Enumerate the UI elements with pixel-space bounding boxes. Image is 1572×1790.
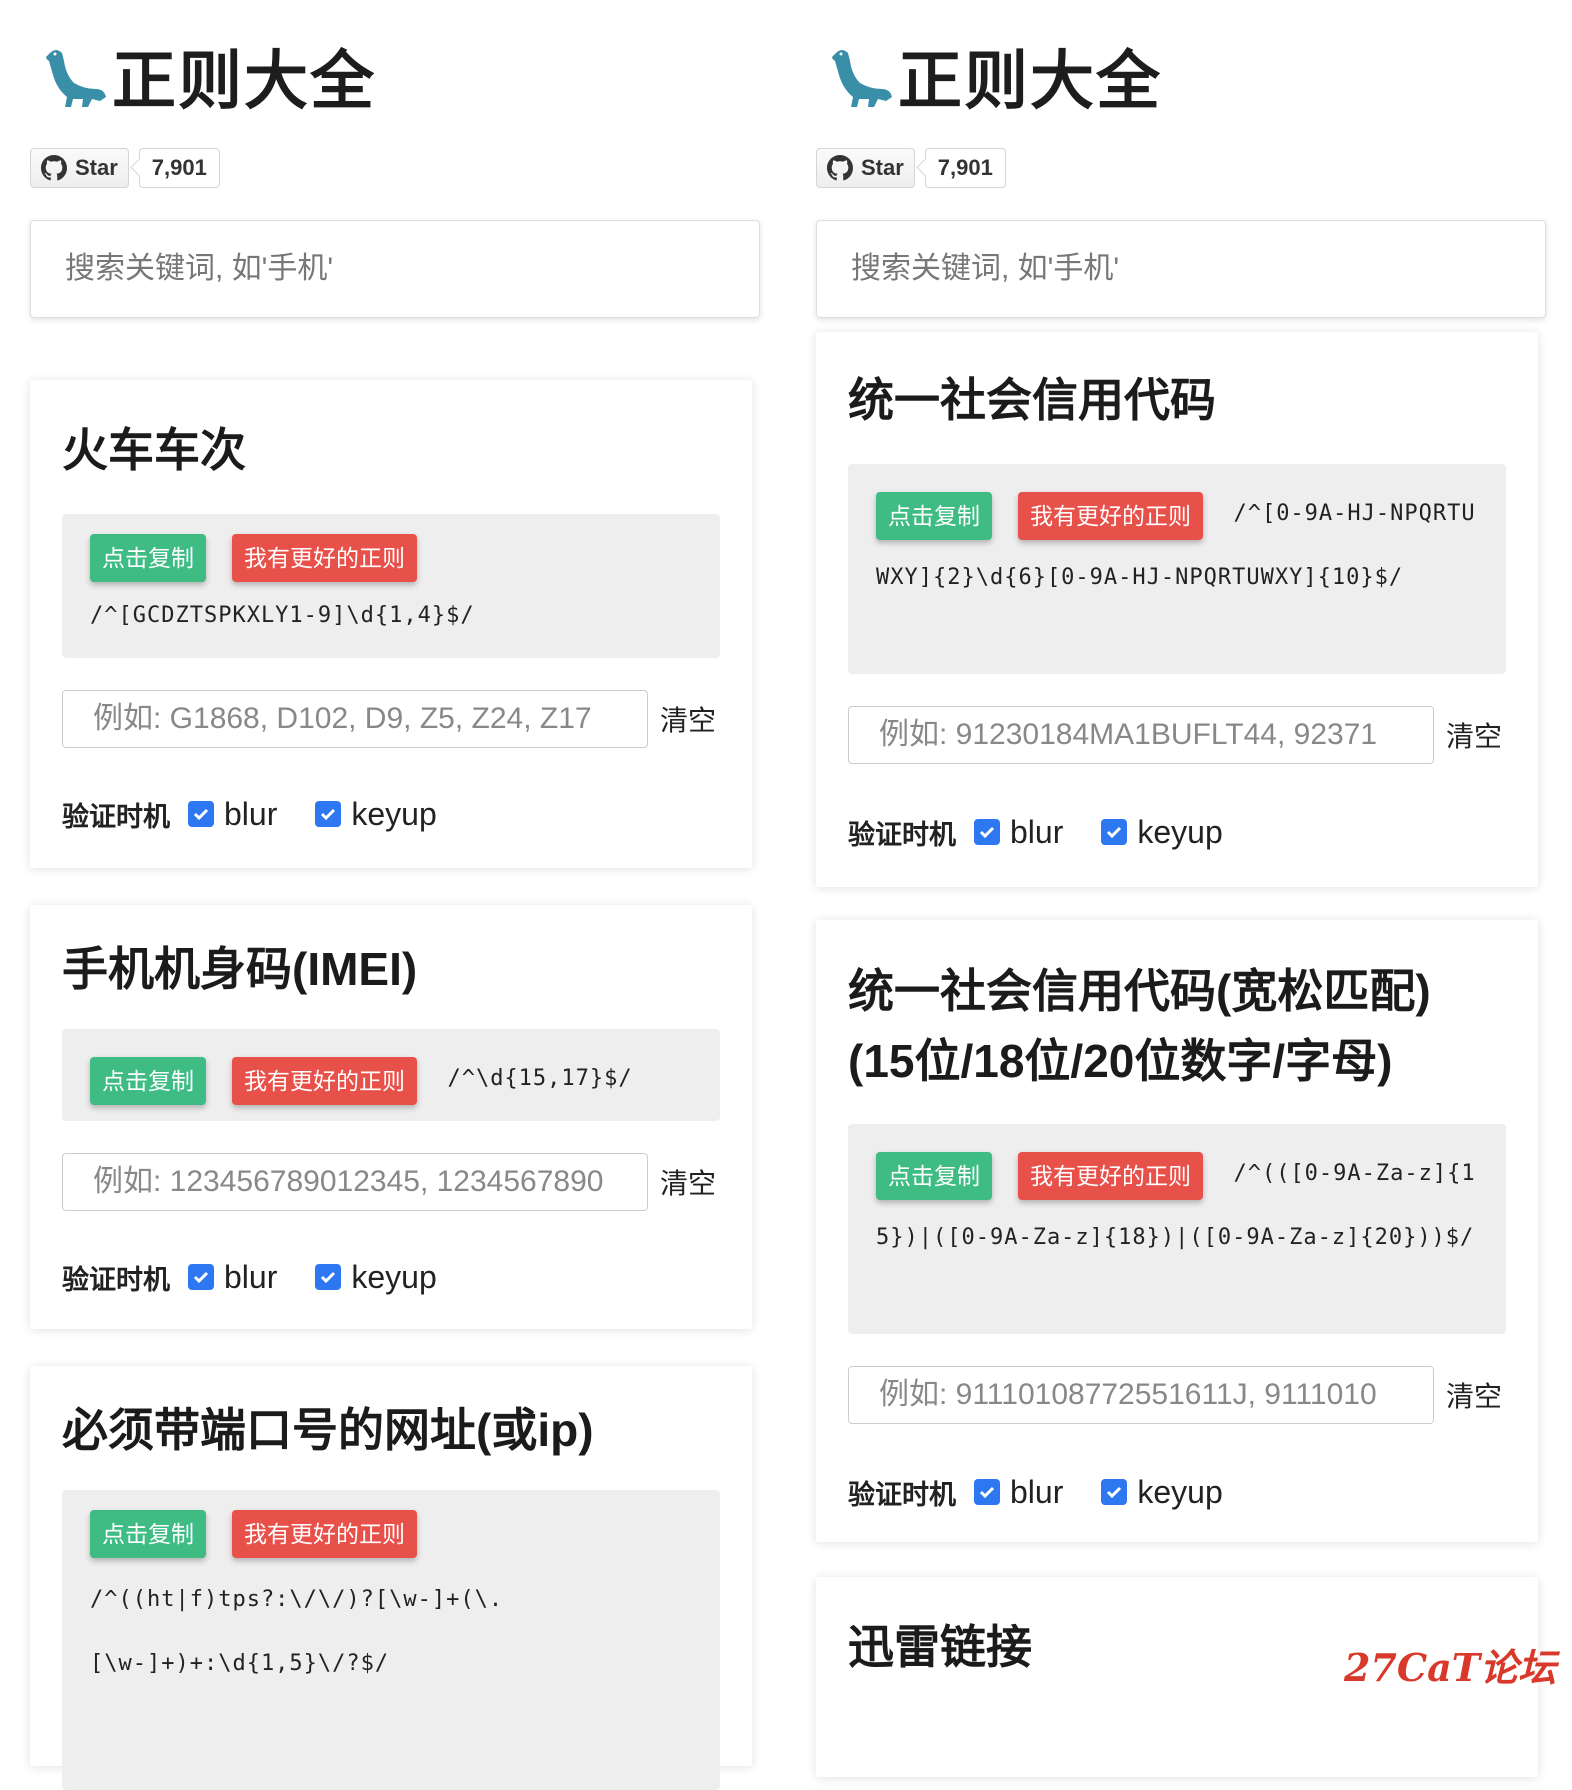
regex-card: 统一社会信用代码(宽松匹配)(15位/18位/20位数字/字母) 点击复制 我有更… [816,920,1538,1542]
trigger-row: 验证时机 blur keyup [848,1462,1506,1522]
regex-box: 点击复制 我有更好的正则 /^[GCDZTSPKXLY1-9]\d{1,4}$/ [62,514,720,658]
copy-button[interactable]: 点击复制 [876,491,992,540]
checkbox-checked-icon[interactable] [1101,819,1128,845]
blur-label: blur [224,1258,278,1295]
page-title: 正则大全 [112,45,376,117]
regex-text: /^\d{15,17}$/ [447,1066,633,1091]
clear-button[interactable]: 清空 [1446,715,1502,755]
test-row: 清空 [848,1366,1506,1424]
regex-text: /^((ht|f)tps?:\/\/)?[\w-]+(\.[\w-]+)+:\d… [90,1587,504,1676]
better-regex-button[interactable]: 我有更好的正则 [232,1510,417,1558]
keyup-option[interactable]: keyup [1101,1473,1223,1511]
card-title: 统一社会信用代码 [848,374,1216,426]
checkbox-checked-icon[interactable] [188,801,214,827]
keyup-label: keyup [351,1258,437,1295]
regex-text: /^[GCDZTSPKXLY1-9]\d{1,4}$/ [90,603,475,628]
better-regex-button[interactable]: 我有更好的正则 [1018,491,1203,540]
regex-card: 统一社会信用代码 点击复制 我有更好的正则 /^[0-9A-HJ-NPQRTUWX… [816,332,1538,887]
card-title: 统一社会信用代码(宽松匹配)(15位/18位/20位数字/字母) [848,965,1431,1087]
trigger-label: 验证时机 [62,1264,170,1295]
keyup-option[interactable]: keyup [315,795,437,833]
test-input[interactable] [848,1366,1434,1424]
page-title: 正则大全 [898,45,1162,117]
card-title: 必须带端口号的网址(或ip) [62,1404,594,1456]
checkbox-checked-icon[interactable] [974,1479,1000,1505]
watermark: 27CaT论坛 [1343,1645,1556,1690]
keyup-label: keyup [351,795,437,832]
regex-card: 必须带端口号的网址(或ip) 点击复制 我有更好的正则 /^((ht|f)tps?… [30,1366,752,1790]
left-panel: 正则大全 Star 7,901 火车车次 点击复制我有更好的正则 /^[GCDZ… [30,0,760,1790]
dinosaur-icon [46,50,106,107]
blur-label: blur [1010,1473,1064,1510]
regex-box: 点击复制 我有更好的正则 /^(([0-9A-Za-z]{15})|([0-9A-… [848,1124,1506,1334]
github-star-widget: Star 7,901 [816,148,1546,188]
copy-button[interactable]: 点击复制 [90,1056,206,1105]
github-star-button[interactable]: Star [30,148,129,188]
card-title: 手机机身码(IMEI) [62,943,418,995]
blur-option[interactable]: blur [188,1259,277,1296]
blur-option[interactable]: blur [974,1474,1063,1511]
app-header: 正则大全 [30,16,760,136]
trigger-label: 验证时机 [848,819,956,850]
card-title: 火车车次 [62,424,246,476]
checkbox-checked-icon[interactable] [974,819,1000,845]
better-regex-button[interactable]: 我有更好的正则 [232,1056,417,1105]
regex-box: 点击复制 我有更好的正则 /^\d{15,17}$/ [62,1029,720,1121]
github-icon [41,155,67,181]
blur-option[interactable]: blur [974,814,1063,851]
star-count[interactable]: 7,901 [138,148,220,188]
clear-button[interactable]: 清空 [1446,1375,1502,1415]
trigger-row: 验证时机 blur keyup [62,1247,720,1307]
regex-card: 火车车次 点击复制 我有更好的正则 /^[GCDZTSPKXLY1-9]\d{1,… [30,380,752,868]
regex-box: 点击复制 我有更好的正则 /^((ht|f)tps?:\/\/)?[\w-]+(\… [62,1490,720,1790]
trigger-row: 验证时机 blur keyup [848,802,1506,862]
copy-button[interactable]: 点击复制 [876,1151,992,1200]
regex-box: 点击复制 我有更好的正则 /^[0-9A-HJ-NPQRTUWXY]{2}\d{6… [848,464,1506,674]
clear-button[interactable]: 清空 [660,1162,716,1202]
better-regex-button[interactable]: 我有更好的正则 [1018,1151,1203,1200]
regex-card: 手机机身码(IMEI) 点击复制我有更好的正则 /^\d{15,17}$/ 清空… [30,905,752,1329]
star-label: Star [75,155,118,180]
blur-label: blur [1010,813,1064,850]
blur-label: blur [224,795,278,832]
right-panel: 正则大全 Star 7,901 统一社会信用代码 点击复制我有更好的正则 /^[… [816,0,1546,1777]
search-box [30,220,760,318]
search-box [816,220,1546,318]
trigger-label: 验证时机 [62,801,170,832]
checkbox-checked-icon[interactable] [315,1264,342,1290]
star-count[interactable]: 7,901 [924,148,1006,188]
search-input[interactable] [849,251,1453,287]
copy-button[interactable]: 点击复制 [90,1510,206,1558]
test-row: 清空 [62,1153,720,1211]
better-regex-button[interactable]: 我有更好的正则 [232,534,417,582]
github-star-button[interactable]: Star [816,148,915,188]
checkbox-checked-icon[interactable] [1101,1479,1128,1505]
checkbox-checked-icon[interactable] [188,1264,214,1290]
github-star-widget: Star 7,901 [30,148,760,188]
blur-option[interactable]: blur [188,796,277,833]
star-label: Star [861,155,904,180]
search-input[interactable] [63,251,667,287]
test-input[interactable] [62,1153,648,1211]
keyup-option[interactable]: keyup [315,1258,437,1296]
checkbox-checked-icon[interactable] [315,801,342,827]
test-input[interactable] [62,690,648,748]
github-icon [827,155,853,181]
dinosaur-icon [832,50,892,107]
clear-button[interactable]: 清空 [660,699,716,739]
keyup-option[interactable]: keyup [1101,813,1223,851]
app-header: 正则大全 [816,16,1546,136]
trigger-label: 验证时机 [848,1479,956,1510]
trigger-row: 验证时机 blur keyup [62,784,720,844]
test-input[interactable] [848,706,1434,764]
copy-button[interactable]: 点击复制 [90,534,206,582]
test-row: 清空 [848,706,1506,764]
keyup-label: keyup [1137,1473,1223,1510]
keyup-label: keyup [1137,813,1223,850]
test-row: 清空 [62,690,720,748]
